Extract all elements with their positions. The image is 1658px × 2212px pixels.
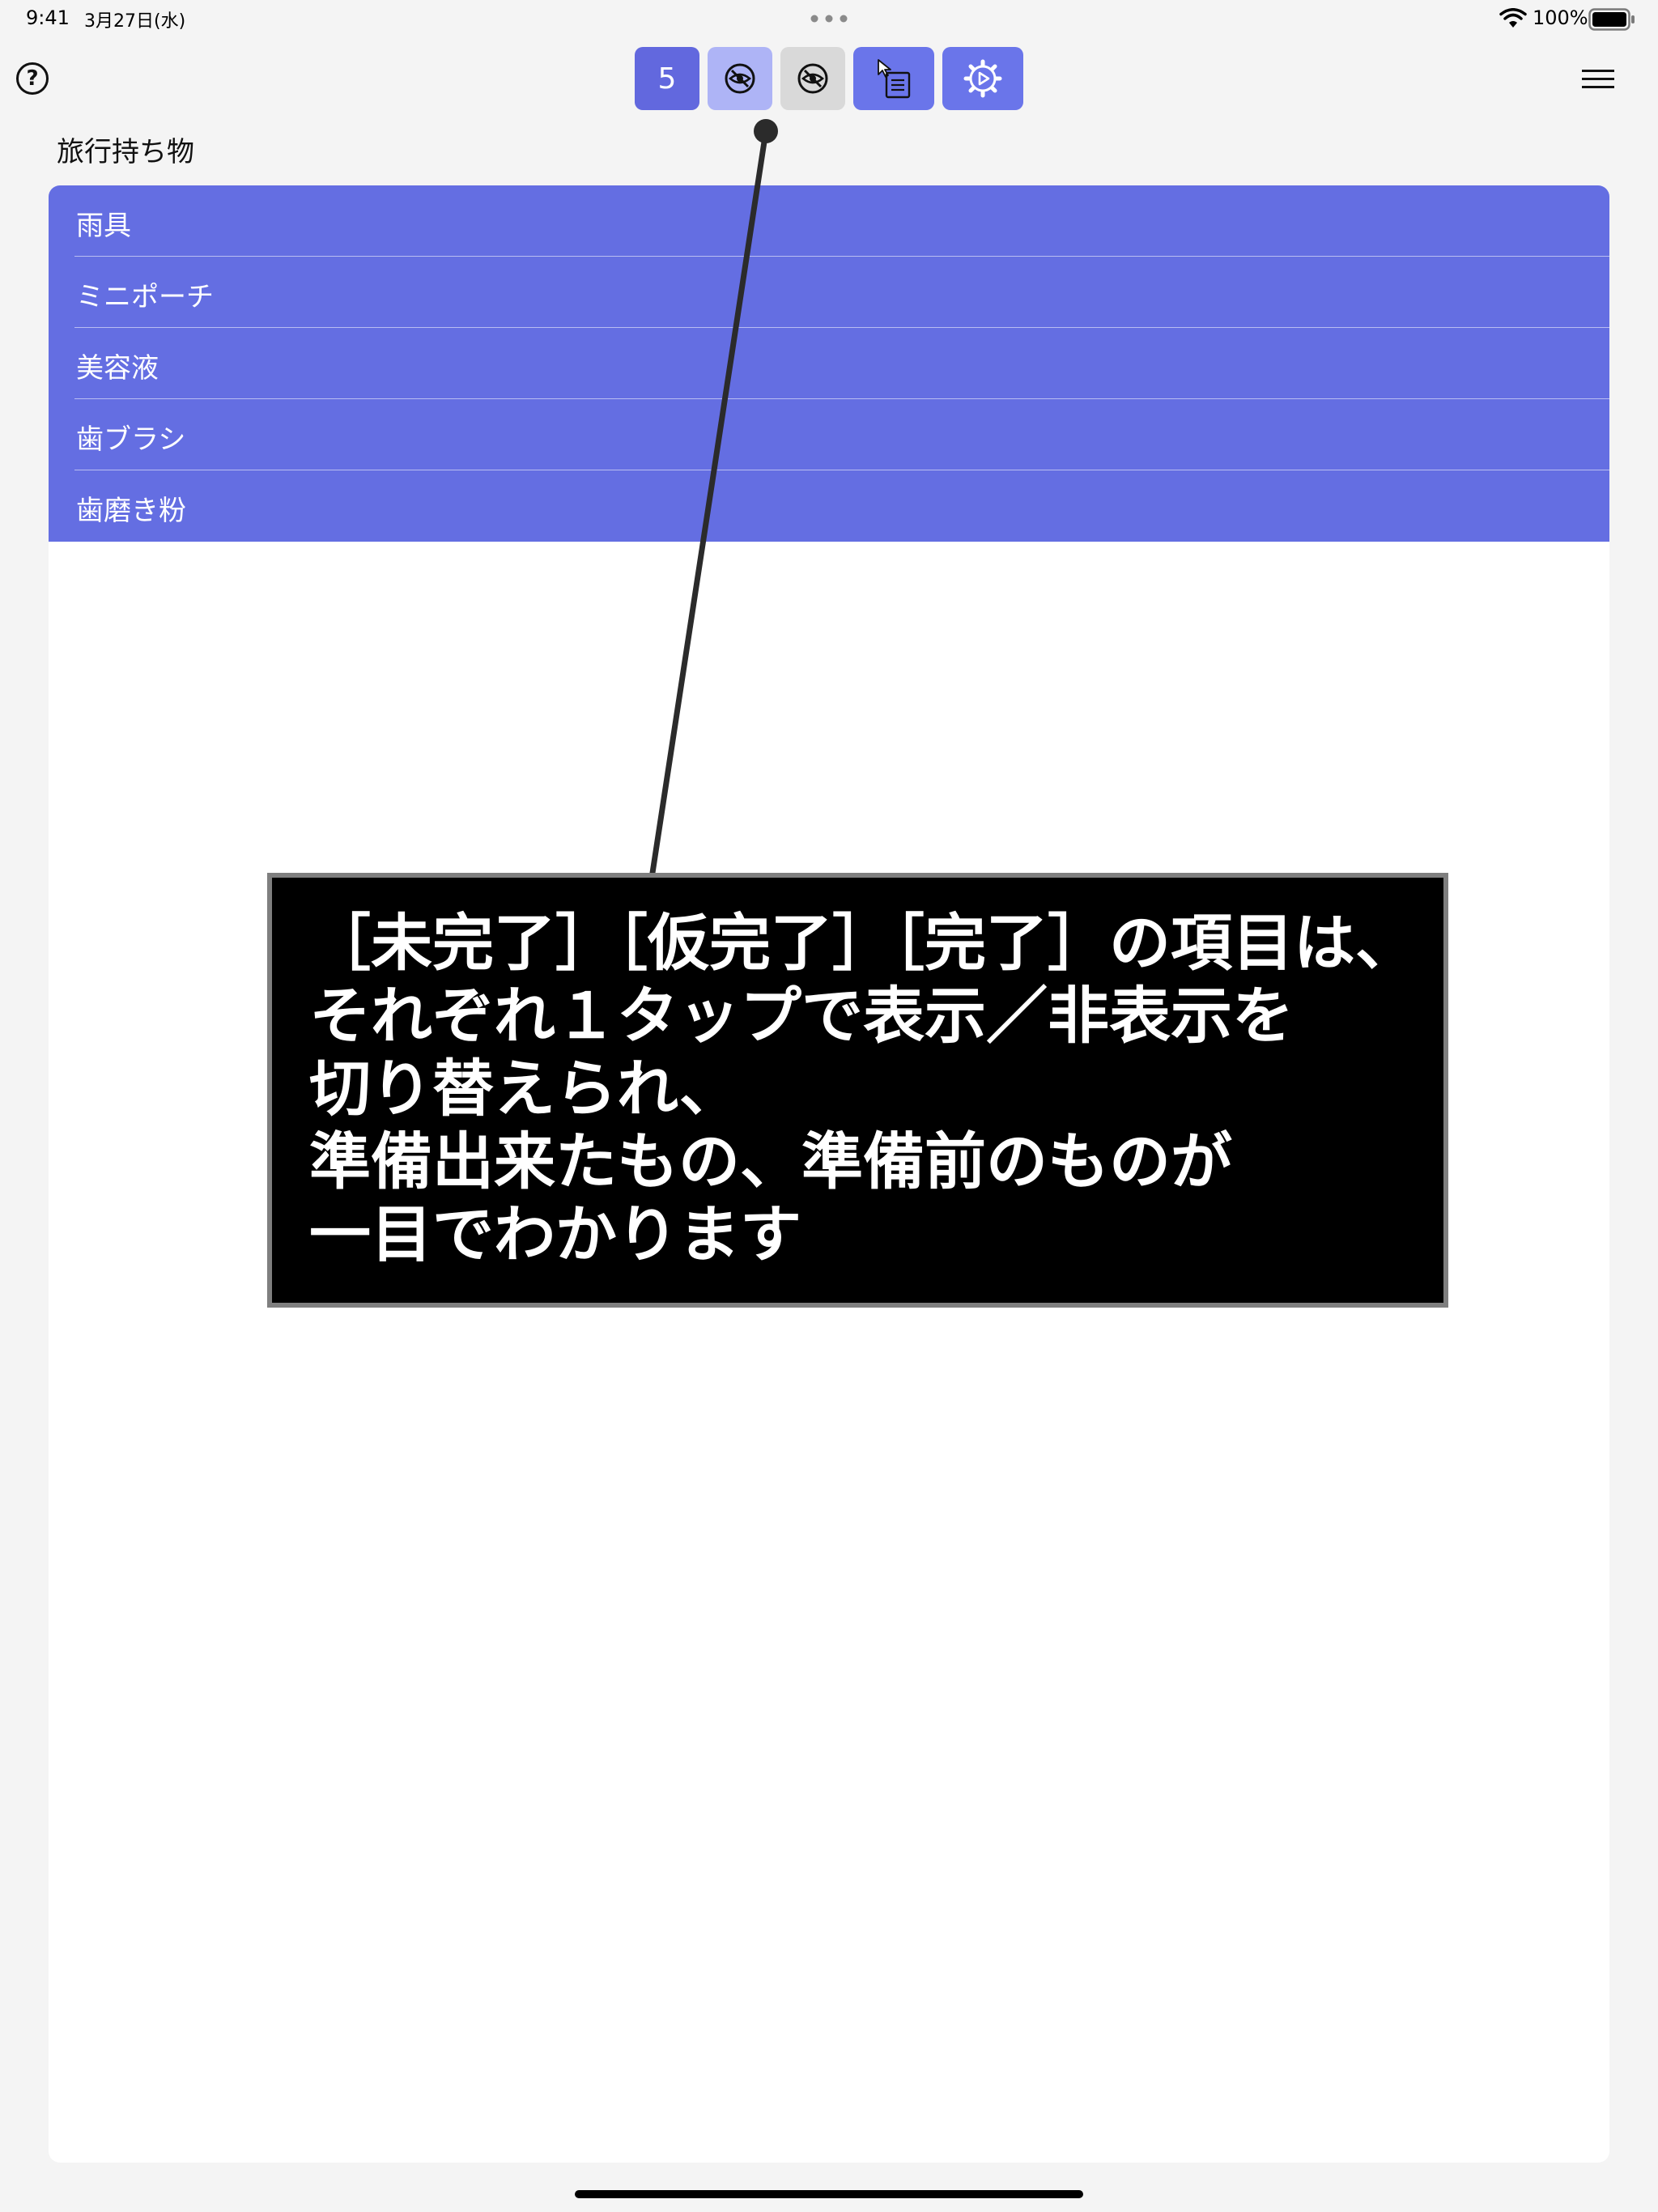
help-icon: ? [26, 66, 39, 91]
list-title: 旅行持ち物 [57, 136, 194, 168]
help-button[interactable]: ? [16, 62, 49, 95]
list-item[interactable]: ミニポーチ [49, 257, 1609, 328]
eye-slash-icon [797, 63, 828, 94]
gear-play-icon [963, 59, 1002, 98]
callout-text: ［未完了］［仮完了］［完了］の項目は、 それぞれ１タップで表示／非表示を 切り替… [309, 907, 1426, 1271]
list-item-label: 雨具 [76, 210, 131, 242]
list-item-label: 歯ブラシ [76, 423, 186, 456]
item-count-button[interactable]: 5 [635, 47, 699, 110]
status-bar: 9:41 3月27日(水) 100% [0, 0, 1658, 39]
status-date: 3月27日(水) [84, 11, 186, 32]
battery-icon [1588, 8, 1635, 31]
list-item-label: ミニポーチ [76, 281, 214, 313]
wifi-icon [1499, 8, 1527, 28]
list-item[interactable]: 雨具 [49, 185, 1609, 257]
status-time: 9:41 [26, 6, 70, 29]
callout-line: 準備出来たもの、準備前のものが [309, 1125, 1232, 1197]
list-item-label: 美容液 [76, 352, 159, 385]
home-indicator[interactable] [575, 2190, 1083, 2198]
list-item-label: 歯磨き粉 [76, 495, 186, 527]
tutorial-callout: ［未完了］［仮完了］［完了］の項目は、 それぞれ１タップで表示／非表示を 切り替… [267, 873, 1448, 1308]
checklist-items: 雨具 ミニポーチ 美容液 歯ブラシ 歯磨き粉 [49, 185, 1609, 542]
list-item[interactable]: 歯ブラシ [49, 399, 1609, 470]
multitask-dots-icon[interactable] [810, 15, 848, 23]
eye-slash-icon [725, 63, 755, 94]
toggle-provisional-button[interactable] [708, 47, 772, 110]
list-item[interactable]: 歯磨き粉 [49, 470, 1609, 542]
list-item[interactable]: 美容液 [49, 328, 1609, 399]
settings-button[interactable] [942, 47, 1023, 110]
list-select-button[interactable] [853, 47, 934, 110]
list-pointer-icon [878, 59, 911, 99]
battery-percent: 100% [1533, 6, 1588, 29]
hamburger-menu-icon[interactable] [1582, 68, 1614, 91]
callout-line: ［未完了］［仮完了］［完了］の項目は、 [309, 907, 1417, 979]
toggle-done-button[interactable] [780, 47, 845, 110]
callout-line: それぞれ１タップで表示／非表示を [309, 980, 1294, 1052]
callout-line: 一目でわかります [309, 1198, 801, 1270]
item-count-label: 5 [657, 62, 677, 96]
callout-line: 切り替えられ、 [309, 1053, 741, 1125]
